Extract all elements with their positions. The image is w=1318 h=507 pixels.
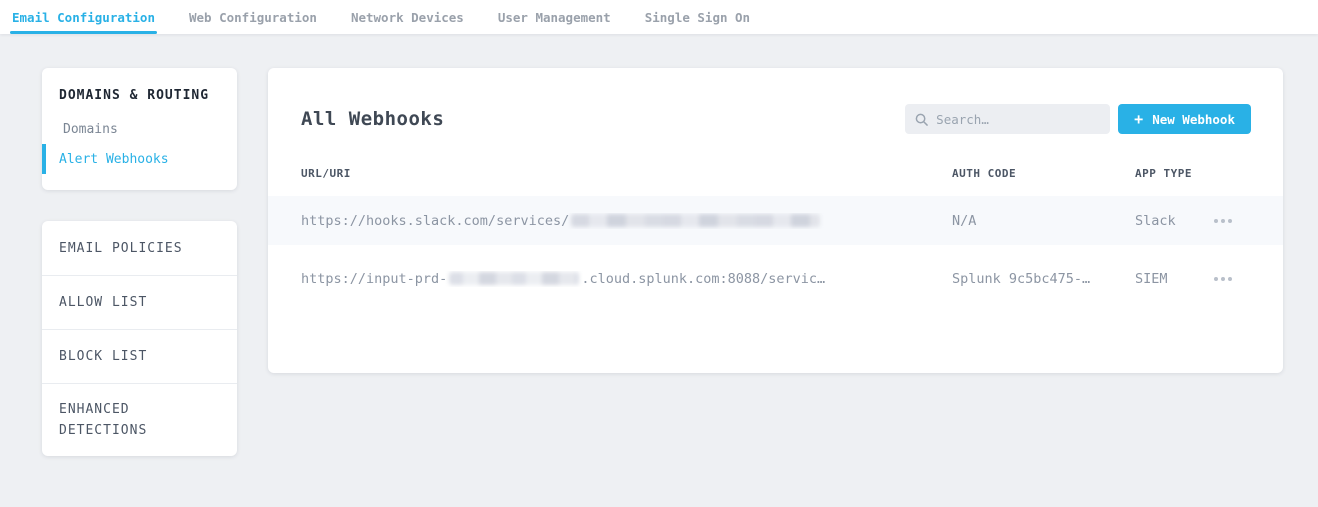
- page-title: All Webhooks: [301, 108, 444, 130]
- sidebar-item-domains[interactable]: Domains: [42, 114, 237, 144]
- row-actions-button[interactable]: [1212, 213, 1234, 229]
- redacted-url-segment: [449, 272, 579, 285]
- table-row[interactable]: https://input-prd-.cloud.splunk.com:8088…: [268, 254, 1283, 303]
- policy-sections-card: EMAIL POLICIES ALLOW LIST BLOCK LIST ENH…: [42, 221, 237, 456]
- tab-single-sign-on[interactable]: Single Sign On: [643, 0, 752, 34]
- app-type-cell: SIEM: [1135, 271, 1212, 287]
- sidebar-item-block-list[interactable]: BLOCK LIST: [42, 329, 237, 383]
- sidebar-item-allow-list[interactable]: ALLOW LIST: [42, 275, 237, 329]
- webhook-url-cell: https://hooks.slack.com/services/: [301, 213, 952, 229]
- search-icon: [915, 113, 928, 126]
- auth-code-cell: Splunk 9c5bc475-…: [952, 271, 1135, 287]
- domains-routing-card: DOMAINS & ROUTING Domains Alert Webhooks: [42, 68, 237, 190]
- sidebar-item-alert-webhooks[interactable]: Alert Webhooks: [42, 144, 237, 174]
- top-nav: Email Configuration Web Configuration Ne…: [0, 0, 1318, 34]
- sidebar: DOMAINS & ROUTING Domains Alert Webhooks…: [42, 68, 237, 456]
- content-area: DOMAINS & ROUTING Domains Alert Webhooks…: [0, 34, 1318, 456]
- new-webhook-button[interactable]: + New Webhook: [1118, 104, 1251, 134]
- column-header-url: URL/URI: [301, 167, 952, 180]
- tab-email-configuration[interactable]: Email Configuration: [10, 0, 157, 34]
- domains-routing-heading: DOMAINS & ROUTING: [59, 88, 220, 103]
- tab-web-configuration[interactable]: Web Configuration: [187, 0, 319, 34]
- column-header-app-type: APP TYPE: [1135, 167, 1212, 180]
- row-actions-button[interactable]: [1212, 271, 1234, 287]
- search-box[interactable]: [905, 104, 1110, 134]
- app-type-cell: Slack: [1135, 213, 1212, 229]
- column-header-auth-code: AUTH CODE: [952, 167, 1135, 180]
- plus-icon: +: [1134, 112, 1143, 127]
- new-webhook-button-label: New Webhook: [1152, 112, 1235, 127]
- redacted-url-segment: [571, 214, 820, 227]
- webhook-url-cell: https://input-prd-.cloud.splunk.com:8088…: [301, 271, 952, 287]
- table-header-row: URL/URI AUTH CODE APP TYPE: [268, 160, 1283, 186]
- sidebar-item-enhanced-detections[interactable]: ENHANCED DETECTIONS: [42, 383, 237, 456]
- search-input[interactable]: [936, 112, 1100, 127]
- webhooks-panel: All Webhooks + New Webhook URL/URI AUTH …: [268, 68, 1283, 373]
- table-row[interactable]: https://hooks.slack.com/services/ N/A Sl…: [268, 196, 1283, 245]
- tab-network-devices[interactable]: Network Devices: [349, 0, 466, 34]
- auth-code-cell: N/A: [952, 213, 1135, 229]
- panel-toolbar: All Webhooks + New Webhook: [268, 68, 1283, 160]
- tab-user-management[interactable]: User Management: [496, 0, 613, 34]
- sidebar-item-email-policies[interactable]: EMAIL POLICIES: [42, 221, 237, 275]
